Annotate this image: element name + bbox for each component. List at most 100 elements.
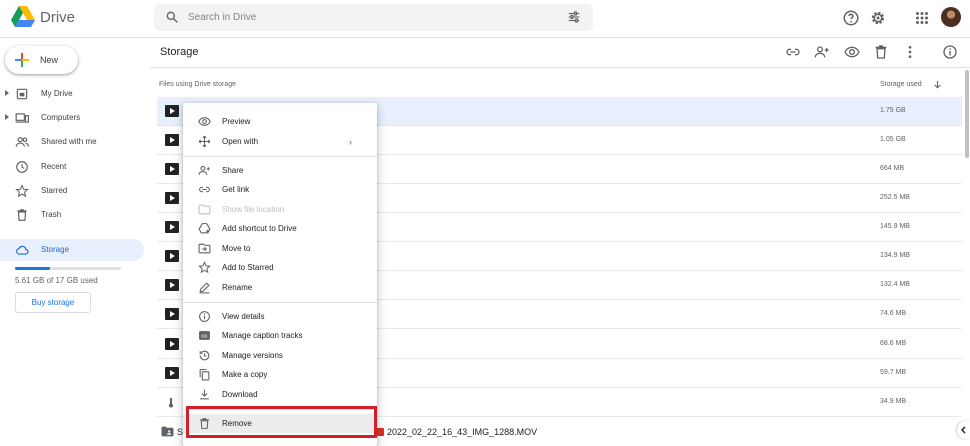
search-input[interactable] xyxy=(188,8,548,27)
search-options-icon[interactable] xyxy=(567,10,581,24)
menu-item-label: Download xyxy=(222,390,258,399)
column-header-storage-used[interactable]: Storage used xyxy=(880,81,922,88)
audio-file-icon xyxy=(169,398,173,408)
menu-separator xyxy=(183,156,377,157)
menu-item-label: View details xyxy=(222,312,265,321)
search-icon[interactable] xyxy=(165,10,179,24)
add-shortcut-drive-icon xyxy=(198,223,211,234)
menu-item-open-with[interactable]: Open with › xyxy=(183,132,377,151)
highlight-annotation-box xyxy=(186,406,377,438)
sidebar-item-starred[interactable]: Starred xyxy=(0,180,144,202)
preview-eye-icon[interactable] xyxy=(844,44,860,60)
scrollbar-thumb[interactable] xyxy=(965,70,969,158)
help-icon[interactable] xyxy=(842,9,860,27)
sidebar-item-label: Computers xyxy=(41,113,81,122)
expand-caret-icon[interactable] xyxy=(5,114,9,120)
video-file-icon xyxy=(165,367,179,379)
sidebar-item-storage[interactable]: Storage xyxy=(0,239,144,261)
menu-item-download[interactable]: Download xyxy=(183,385,377,404)
apps-grid-icon[interactable] xyxy=(913,9,931,27)
sidebar-item-label: Storage xyxy=(41,245,70,254)
side-panel-toggle[interactable] xyxy=(957,421,970,439)
menu-item-label: Add shortcut to Drive xyxy=(222,224,297,233)
person-add-icon xyxy=(198,165,210,175)
storage-used-value: 68.6 MB xyxy=(880,340,907,347)
closed-caption-icon: CC xyxy=(199,331,210,340)
drive-logo[interactable] xyxy=(11,6,35,28)
storage-used-value: 59.7 MB xyxy=(880,369,907,376)
menu-item-add-to-starred[interactable]: Add to Starred xyxy=(183,258,377,277)
sidebar-item-my-drive[interactable]: My Drive xyxy=(0,83,144,105)
my-drive-icon xyxy=(16,88,28,100)
clock-icon xyxy=(16,161,28,173)
folder-icon xyxy=(198,204,211,215)
details-info-icon[interactable] xyxy=(942,44,958,60)
chevron-left-icon xyxy=(960,426,966,434)
menu-item-label: Get link xyxy=(222,185,250,194)
menu-item-rename[interactable]: Rename xyxy=(183,278,377,297)
sidebar-item-shared-with-me[interactable]: Shared with me xyxy=(0,131,144,153)
sidebar-item-label: Recent xyxy=(41,162,67,171)
menu-item-label: Manage caption tracks xyxy=(222,331,303,340)
shared-folder-icon xyxy=(161,426,174,437)
link-icon xyxy=(199,186,210,193)
sidebar-item-label: Shared with me xyxy=(41,137,97,146)
more-actions-icon[interactable] xyxy=(902,44,918,60)
share-person-add-icon[interactable] xyxy=(814,44,830,60)
menu-item-view-details[interactable]: View details xyxy=(183,307,377,326)
menu-item-label: Share xyxy=(222,166,244,175)
menu-item-preview[interactable]: Preview xyxy=(183,112,377,131)
account-avatar[interactable] xyxy=(941,7,961,27)
copy-icon xyxy=(199,369,210,381)
sidebar-item-label: Trash xyxy=(41,210,62,219)
video-file-icon xyxy=(165,134,179,146)
sidebar-item-recent[interactable]: Recent xyxy=(0,156,144,178)
menu-item-move-to[interactable]: Move to xyxy=(183,239,377,258)
chevron-right-icon: › xyxy=(349,137,352,147)
open-with-move-icon xyxy=(198,135,211,148)
menu-item-label: Rename xyxy=(222,283,253,292)
menu-item-manage-versions[interactable]: Manage versions xyxy=(183,346,377,365)
buy-storage-button[interactable]: Buy storage xyxy=(15,292,91,313)
sidebar-item-trash[interactable]: Trash xyxy=(0,204,144,226)
sidebar-item-computers[interactable]: Computers xyxy=(0,107,144,129)
remove-trash-icon[interactable] xyxy=(873,44,889,60)
menu-item-label: Move to xyxy=(222,244,251,253)
video-file-icon xyxy=(165,221,179,233)
video-file-icon xyxy=(165,250,179,262)
menu-item-show-file-location: Show file location xyxy=(183,200,377,219)
link-icon[interactable] xyxy=(785,44,801,60)
header-divider xyxy=(150,67,970,68)
menu-separator xyxy=(183,302,377,303)
new-button-label: New xyxy=(40,55,59,65)
top-header: Drive xyxy=(0,0,970,38)
search-box[interactable] xyxy=(154,4,593,31)
storage-used-value: 664 MB xyxy=(880,165,905,172)
sort-descending-arrow-icon[interactable] xyxy=(932,79,943,90)
menu-item-manage-caption-tracks[interactable]: CC Manage caption tracks xyxy=(183,326,377,345)
eye-icon xyxy=(198,117,211,126)
menu-item-label: Manage versions xyxy=(222,351,283,360)
storage-used-value: 252.5 MB xyxy=(880,194,910,201)
video-file-icon xyxy=(165,163,179,175)
menu-item-label: Open with xyxy=(222,137,259,146)
app-name: Drive xyxy=(40,9,76,26)
settings-gear-icon[interactable] xyxy=(869,9,887,27)
context-menu: Preview Open with › Share Get link Show … xyxy=(183,103,377,446)
storage-quota-text: 5.61 GB of 17 GB used xyxy=(15,276,98,285)
people-icon xyxy=(15,137,29,147)
menu-item-share[interactable]: Share xyxy=(183,161,377,180)
storage-used-value: 1.05 GB xyxy=(880,136,906,143)
page-title: Storage xyxy=(160,46,199,58)
expand-caret-icon[interactable] xyxy=(5,90,9,96)
storage-used-value: 134.9 MB xyxy=(880,252,910,259)
menu-item-make-a-copy[interactable]: Make a copy xyxy=(183,365,377,384)
menu-item-get-link[interactable]: Get link xyxy=(183,180,377,199)
video-file-icon xyxy=(165,338,179,350)
menu-item-add-shortcut[interactable]: Add shortcut to Drive xyxy=(183,219,377,238)
plus-icon xyxy=(15,53,29,67)
new-button[interactable]: New xyxy=(5,46,78,74)
info-icon xyxy=(199,311,210,322)
cloud-icon xyxy=(16,245,29,255)
video-file-icon xyxy=(165,192,179,204)
